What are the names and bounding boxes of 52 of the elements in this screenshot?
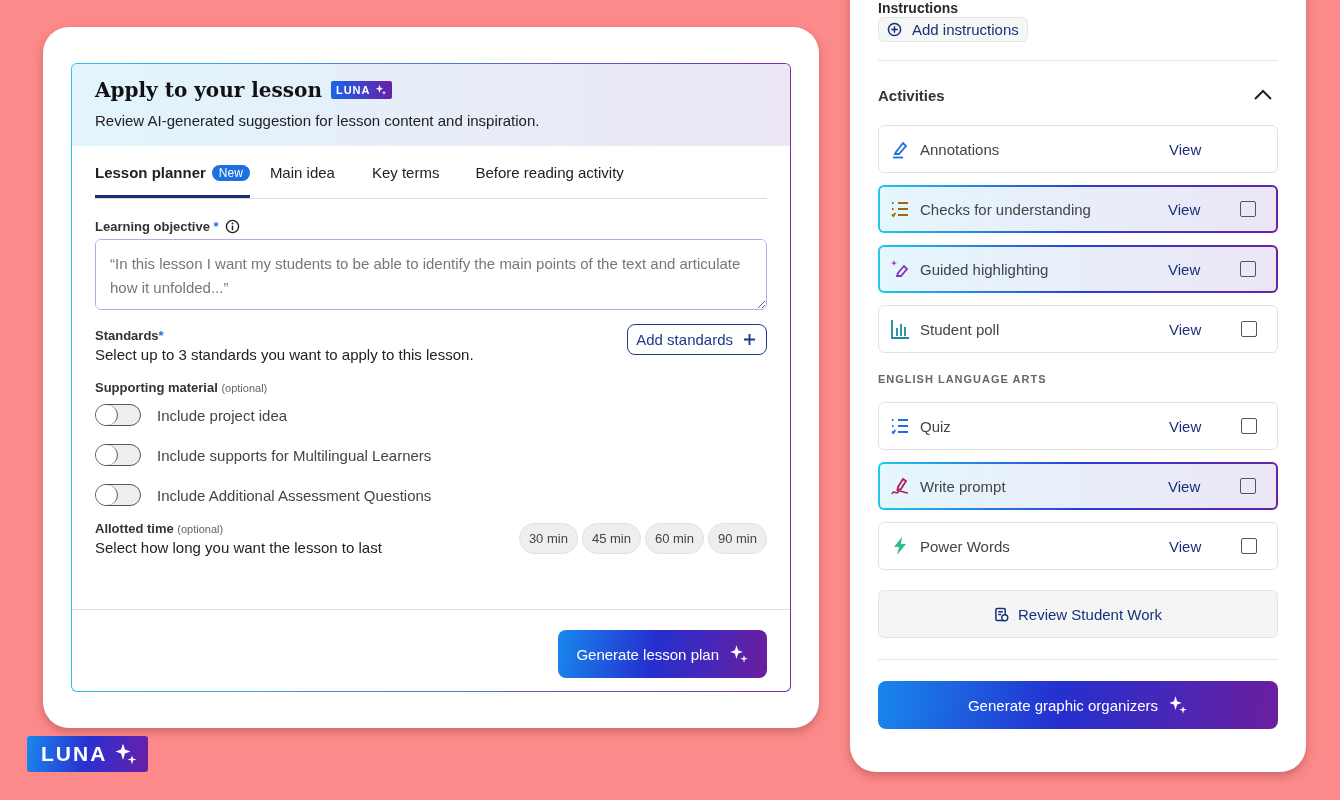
activity-name: Checks for understanding: [920, 200, 1092, 218]
activity-name: Student poll: [920, 320, 1001, 338]
view-link[interactable]: View: [1168, 200, 1240, 218]
activity-card[interactable]: Write prompt View: [878, 462, 1278, 510]
luna-badge: LUNA: [330, 81, 392, 99]
view-link[interactable]: View: [1169, 320, 1241, 338]
activity-name: Write prompt: [920, 477, 1007, 495]
generate-graphic-organizers-button[interactable]: Generate graphic organizers: [878, 681, 1278, 729]
field-label: Supporting material (optional): [95, 380, 269, 395]
tab[interactable]: Before reading activity: [475, 146, 642, 198]
time-chip[interactable]: 30 min: [518, 523, 578, 554]
new-badge: New: [211, 164, 250, 181]
view-link[interactable]: View: [1168, 260, 1240, 278]
lesson-subtitle: Review AI-generated suggestion for lesson content and inspiration.: [95, 112, 541, 129]
activity-card[interactable]: Annotations View: [878, 125, 1278, 173]
add-instructions-button[interactable]: Add instructions: [878, 17, 1028, 42]
activity-name: Quiz: [920, 417, 952, 435]
field-label: Allotted time (optional): [95, 521, 225, 536]
toggle-label: Include project idea: [157, 406, 288, 424]
time-chip[interactable]: 90 min: [707, 523, 767, 554]
standards-description: Select up to 3 standards you want to apply to this lesson.: [95, 346, 474, 363]
section-label: Instructions: [878, 1, 960, 16]
activities-heading: Activities: [878, 86, 945, 104]
tab[interactable]: Key terms: [371, 146, 458, 198]
tab[interactable]: Lesson planner New: [95, 146, 250, 198]
generate-lesson-plan-button[interactable]: Generate lesson plan: [558, 630, 767, 678]
activity-name: Power Words: [920, 537, 1011, 555]
activity-card[interactable]: Guided highlighting View: [878, 245, 1278, 293]
activity-name: Annotations: [920, 140, 1001, 158]
field-label: Learning objective *: [95, 219, 219, 234]
activity-card[interactable]: Student poll View: [878, 305, 1278, 353]
objective-field[interactable]: “In this lesson I want my students to be able to identify the main points of the text and articulate how it unfolded...”: [95, 239, 767, 310]
section-heading: ENGLISH LANGUAGE ARTS: [878, 373, 1048, 385]
view-link[interactable]: View: [1169, 140, 1241, 158]
review-student-work-button[interactable]: Review Student Work: [878, 590, 1278, 638]
luna-logo: LUNA: [27, 736, 149, 772]
tab[interactable]: Main idea: [269, 146, 353, 198]
field-label: Standards*: [95, 328, 165, 343]
view-link[interactable]: View: [1168, 477, 1240, 495]
activity-card[interactable]: Power Words View: [878, 522, 1278, 570]
view-link[interactable]: View: [1169, 417, 1241, 435]
time-description: Select how long you want the lesson to last: [95, 539, 382, 556]
time-chip[interactable]: 60 min: [644, 523, 704, 554]
activity-name: Guided highlighting: [920, 260, 1050, 278]
view-link[interactable]: View: [1169, 537, 1241, 555]
activity-card[interactable]: Quiz View: [878, 402, 1278, 450]
lesson-title: Apply to your lesson: [95, 78, 322, 102]
toggle-label: Include supports for Multilingual Learners: [157, 446, 432, 464]
time-chip[interactable]: 45 min: [581, 523, 641, 554]
activity-card[interactable]: Checks for understanding View: [878, 185, 1278, 233]
add-standards-button[interactable]: Add standards: [627, 324, 767, 355]
toggle-label: Include Additional Assessment Questions: [157, 486, 432, 504]
